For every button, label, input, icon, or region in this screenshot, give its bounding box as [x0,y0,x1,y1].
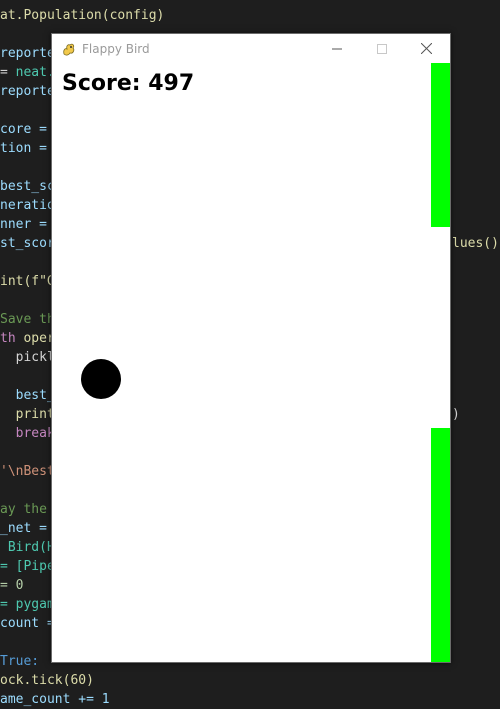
close-button[interactable] [404,34,449,63]
pygame-snake-icon [61,41,77,57]
code-token: best_sc [0,179,55,194]
maximize-button[interactable] [359,34,404,63]
code-line: st_scor [0,234,55,253]
code-token: at.Population(config) [0,8,165,23]
code-token: '\nBest [0,464,55,479]
code-line: tion = [0,139,47,158]
code-token: = 0 [0,578,24,593]
maximize-icon [376,43,387,54]
code-line: True: [0,652,39,671]
code-token: th [0,331,24,346]
code-line-fragment: ) [452,407,460,422]
minimize-button[interactable] [314,34,359,63]
code-line: count = [0,614,55,633]
code-token: _net = [0,521,47,536]
code-token: ay the [0,502,47,517]
code-line: Save th [0,310,55,329]
code-line: nner = [0,215,47,234]
code-line: Bird(H [0,538,55,557]
code-line: ock.tick(60) [0,671,94,690]
code-token: Bird(H [0,540,55,555]
close-icon [421,43,432,54]
window-titlebar[interactable]: Flappy Bird [52,34,450,63]
code-line: _net = [0,519,47,538]
code-token: ock.tick(60) [0,673,94,688]
bottom-pipe [431,428,450,662]
code-token: = [Pipe [0,559,55,574]
code-line: reporte [0,44,55,63]
code-line: pickl [0,348,55,367]
code-token: st_scor [0,236,55,251]
code-token: Save th [0,312,55,327]
code-token: True: [0,654,40,669]
code-token: int(f"G [0,274,55,289]
code-line: int(f"G [0,272,55,291]
code-token: count = [0,616,55,631]
minimize-icon [331,48,342,49]
code-token: tion = [0,141,47,156]
code-line-fragment: lues() [452,236,499,251]
score-label: Score: 497 [62,71,195,96]
code-token: break [0,426,55,441]
code-line: break [0,424,55,443]
code-token: = pygam [0,597,55,612]
code-line: at.Population(config) [0,6,164,25]
code-token: core = [0,122,47,137]
code-token: = [0,65,16,80]
code-line: best_sc [0,177,55,196]
code-line: = pygam [0,595,55,614]
game-canvas[interactable]: Score: 497 [52,63,450,662]
flappy-bird-window[interactable]: Flappy Bird Score: 497 [51,33,451,663]
code-token: reporte [0,46,55,61]
code-line: ay the [0,500,47,519]
top-pipe [431,63,450,227]
code-token: neratio [0,198,55,213]
window-title: Flappy Bird [82,41,150,56]
bird [81,359,121,399]
code-line: th oper [0,329,55,348]
code-line: print [0,405,55,424]
code-line: core = [0,120,47,139]
code-line: '\nBest [0,462,55,481]
code-line: reporte [0,82,55,101]
code-line: neratio [0,196,55,215]
code-token: neat. [15,65,55,80]
code-line: = 0 [0,576,23,595]
code-token: nner = [0,217,47,232]
code-token: pickl [0,350,55,365]
code-line: = [Pipe [0,557,55,576]
code-token: print [0,407,55,422]
code-token: reporte [0,84,55,99]
code-line: = neat. [0,63,55,82]
